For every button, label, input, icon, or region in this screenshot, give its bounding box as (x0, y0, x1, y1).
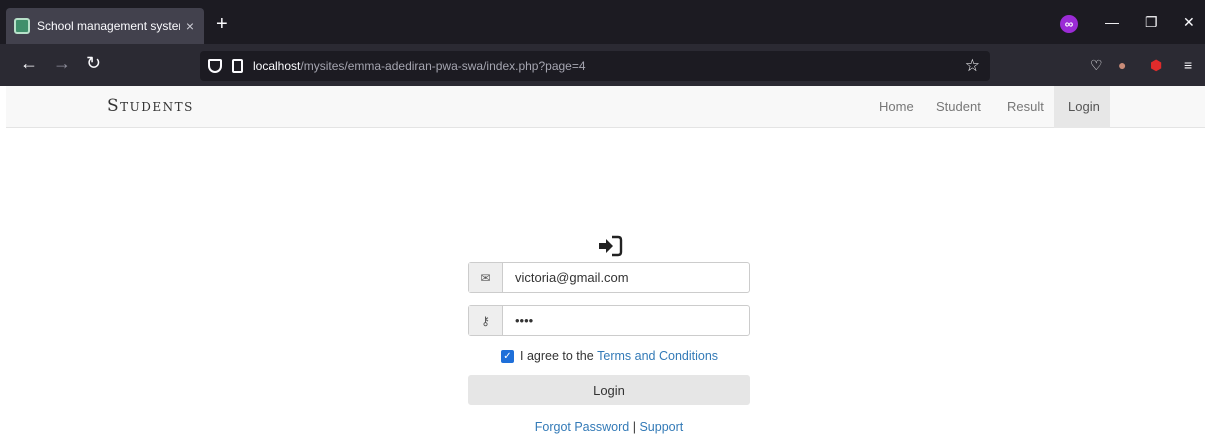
forward-arrow-icon[interactable]: → (53, 52, 71, 74)
browser-tab[interactable]: School management system × (6, 8, 204, 44)
browser-tab-bar: School management system × + ∞ — ❐ ✕ (0, 0, 1205, 44)
terms-link[interactable]: Terms and Conditions (597, 349, 718, 363)
support-link[interactable]: Support (639, 420, 683, 434)
minimize-icon[interactable]: — (1105, 14, 1119, 30)
restore-icon[interactable]: ❐ (1145, 14, 1158, 30)
account-icon[interactable]: ● (1118, 57, 1126, 73)
site-favicon-icon (14, 18, 30, 34)
email-input-group: ✉ (468, 262, 750, 293)
page-info-icon[interactable] (232, 59, 243, 73)
tracking-protection-icon[interactable] (208, 59, 222, 73)
back-arrow-icon[interactable]: ← (20, 52, 38, 74)
new-tab-button[interactable]: + (216, 14, 228, 34)
sign-in-icon (599, 235, 623, 257)
email-field[interactable] (503, 263, 749, 292)
footer-links: Forgot Password | Support (0, 420, 1205, 434)
forgot-password-link[interactable]: Forgot Password (535, 420, 629, 434)
password-input-group: ⚷ (468, 305, 750, 336)
extension-icon[interactable]: ⬢ (1150, 57, 1162, 73)
envelope-icon: ✉ (469, 263, 503, 292)
link-separator: | (632, 420, 636, 434)
terms-prefix: I agree to the (520, 349, 598, 363)
terms-checkbox[interactable]: ✓ (501, 349, 514, 363)
nav-home[interactable]: Home (865, 86, 928, 128)
close-window-icon[interactable]: ✕ (1183, 14, 1195, 30)
address-bar[interactable]: localhost/mysites/emma-adediran-pwa-swa/… (200, 51, 990, 81)
site-brand[interactable]: Students (107, 96, 194, 116)
key-icon: ⚷ (469, 306, 503, 335)
nav-result[interactable]: Result (993, 86, 1058, 128)
tab-close-icon[interactable]: × (186, 18, 194, 34)
nav-student[interactable]: Student (922, 86, 995, 128)
pocket-icon[interactable]: ♡ (1090, 57, 1103, 73)
url-host: localhost (253, 59, 301, 73)
login-button[interactable]: Login (468, 375, 750, 405)
tab-title: School management system (37, 19, 180, 33)
nav-login[interactable]: Login (1054, 86, 1110, 128)
star-icon[interactable]: ☆ (965, 56, 980, 76)
hamburger-menu-icon[interactable]: ≡ (1184, 57, 1192, 73)
password-field[interactable] (503, 306, 749, 335)
url-path: /mysites/emma-adediran-pwa-swa/index.php… (300, 59, 586, 73)
terms-row: ✓ I agree to the Terms and Conditions (501, 349, 718, 363)
reload-icon[interactable]: ↻ (86, 52, 101, 74)
site-navbar: Students Home Student Result Login (6, 86, 1205, 128)
mask-icon[interactable]: ∞ (1060, 15, 1078, 33)
